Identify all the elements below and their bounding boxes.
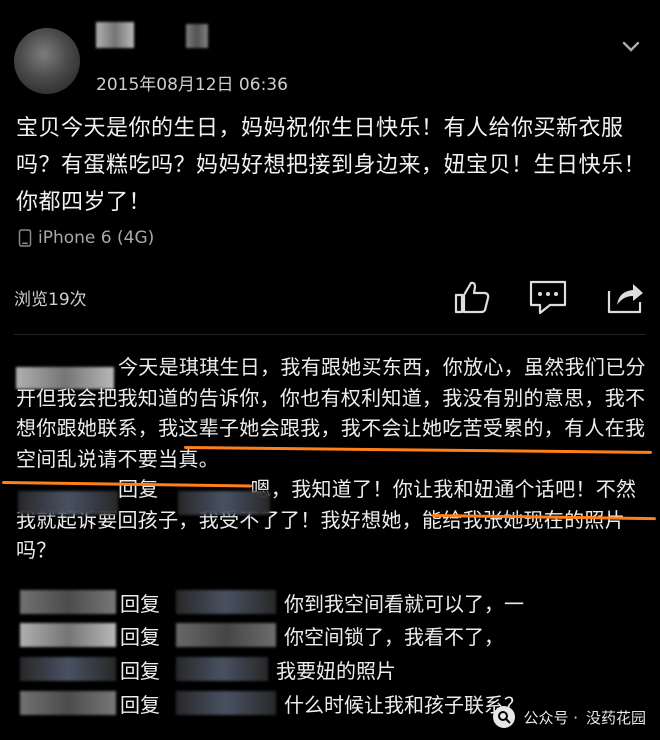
reply-label: 回复 bbox=[120, 592, 160, 616]
comment-2: 回复 嗯，我知道了！你让我和妞通个话吧！不然我就起诉要回孩子，我受不了了！我好想她… bbox=[16, 474, 648, 566]
avatar[interactable] bbox=[14, 28, 80, 94]
reply-label: 回复 bbox=[120, 693, 160, 717]
reply-label: 回复 bbox=[118, 477, 159, 501]
reply-label: 回复 bbox=[120, 625, 160, 649]
commenter-redacted[interactable] bbox=[16, 367, 114, 389]
watermark-prefix: 公众号 · bbox=[523, 708, 578, 727]
commenter-redacted[interactable] bbox=[18, 491, 118, 515]
reply-label: 回复 bbox=[120, 659, 160, 683]
reply-target-redacted[interactable] bbox=[176, 623, 276, 647]
comment-text: 你到我空间看就可以了，一 bbox=[284, 592, 524, 616]
share-icon[interactable] bbox=[606, 278, 646, 316]
comment-icon[interactable] bbox=[528, 278, 568, 316]
username-redacted-2 bbox=[186, 24, 208, 48]
device-label: iPhone 6 (4G) bbox=[18, 228, 154, 248]
username-redacted[interactable] bbox=[96, 22, 134, 48]
like-icon[interactable] bbox=[452, 278, 492, 316]
commenter-redacted[interactable] bbox=[20, 623, 116, 647]
phone-icon bbox=[18, 229, 32, 247]
comment-text: 嗯，我知道了！你让我和妞通个话吧！不然我就起诉要回孩子，我受不了了！我好想她，能… bbox=[16, 477, 637, 562]
post-timestamp: 2015年08月12日 06:36 bbox=[96, 75, 288, 95]
reply-target-redacted[interactable] bbox=[178, 491, 270, 515]
divider bbox=[14, 334, 646, 335]
device-name: iPhone 6 (4G) bbox=[38, 228, 155, 248]
commenter-redacted[interactable] bbox=[20, 691, 116, 715]
commenter-redacted[interactable] bbox=[20, 590, 116, 614]
reply-target-redacted[interactable] bbox=[176, 691, 276, 715]
commenter-redacted[interactable] bbox=[20, 657, 116, 681]
comment-text: 我要妞的照片 bbox=[276, 659, 396, 683]
reply-target-redacted[interactable] bbox=[176, 590, 276, 614]
reply-target-redacted[interactable] bbox=[176, 657, 268, 681]
watermark: 公众号 · 没药花园 bbox=[493, 706, 646, 728]
post-text: 宝贝今天是你的生日，妈妈祝你生日快乐！有人给你买新衣服吗？有蛋糕吃吗？妈妈好想把… bbox=[16, 116, 647, 215]
comment-text: 你空间锁了，我看不了， bbox=[284, 625, 504, 649]
chevron-down-icon[interactable] bbox=[622, 38, 640, 56]
watermark-name: 没药花园 bbox=[585, 708, 646, 727]
view-count: 浏览19次 bbox=[14, 290, 87, 310]
comment-text: 什么时候让我和孩子联系？ bbox=[284, 693, 524, 717]
search-icon bbox=[493, 706, 516, 728]
